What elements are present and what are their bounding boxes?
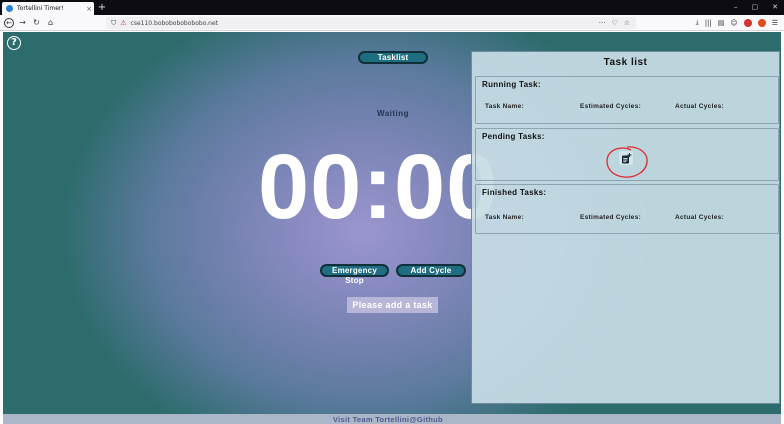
column-task-name: Task Name:	[485, 214, 525, 221]
tab-close-icon[interactable]: ×	[84, 5, 94, 13]
emergency-stop-button[interactable]: Emergency Stop	[320, 264, 389, 285]
url-text[interactable]: cse110.bobobobobobobo.net	[131, 20, 599, 27]
timer-app: ? Tasklist Waiting 00:00 Emergency Stop …	[3, 32, 781, 424]
new-tab-button[interactable]: +	[97, 1, 107, 14]
finished-tasks-section: Finished Tasks: Task Name: Estimated Cyc…	[475, 184, 779, 234]
timer-status: Waiting	[376, 109, 410, 118]
extension-stop-icon[interactable]	[743, 18, 752, 27]
account-icon[interactable]: ☺	[730, 19, 737, 27]
browser-tab-bar: Tortellini Timer! × + – ▢ ✕	[0, 0, 784, 15]
column-estimated-cycles: Estimated Cycles:	[580, 214, 642, 221]
red-circle-annotation	[606, 146, 648, 178]
column-actual-cycles: Actual Cycles:	[675, 214, 724, 221]
pocket-icon[interactable]: ♡	[611, 19, 617, 27]
task-list-title: Task list	[603, 57, 648, 68]
favicon-icon	[6, 5, 13, 12]
finished-tasks-title: Finished Tasks:	[482, 188, 547, 197]
window-close-icon[interactable]: ✕	[772, 0, 778, 15]
column-estimated-cycles: Estimated Cycles:	[580, 103, 642, 110]
task-list-panel: Task list Running Task: Task Name: Estim…	[471, 51, 780, 404]
url-actions: ··· ♡ ☆	[599, 19, 636, 27]
pending-tasks-section: Pending Tasks:	[475, 128, 779, 181]
column-actual-cycles: Actual Cycles:	[675, 103, 724, 110]
browser-nav-bar: ← → ↻ ⌂ ⛉ ⚠ cse110.bobobobobobobo.net ··…	[0, 15, 784, 31]
library-icon[interactable]: |||	[705, 19, 712, 27]
running-task-title: Running Task:	[482, 80, 541, 89]
tab-title: Tortellini Timer!	[17, 5, 64, 12]
timer-display: 00:00	[258, 136, 499, 238]
extension-icon[interactable]	[757, 18, 766, 27]
minimize-icon[interactable]: –	[734, 0, 738, 15]
add-cycle-button[interactable]: Add Cycle	[396, 264, 466, 277]
bookmark-star-icon[interactable]: ☆	[624, 19, 630, 27]
forward-icon[interactable]: →	[17, 18, 28, 27]
tasklist-button[interactable]: Tasklist	[358, 51, 428, 64]
running-task-section: Running Task: Task Name: Estimated Cycle…	[475, 76, 779, 124]
url-bar[interactable]: ⛉ ⚠ cse110.bobobobobobobo.net ··· ♡ ☆	[106, 17, 636, 29]
github-link[interactable]: Visit Team Tortellini@Github	[333, 415, 443, 424]
page-actions-icon[interactable]: ···	[599, 19, 606, 27]
help-icon[interactable]: ?	[7, 36, 21, 50]
back-icon[interactable]: ←	[4, 17, 14, 28]
column-task-name: Task Name:	[485, 103, 525, 110]
insecure-lock-icon[interactable]: ⚠	[120, 19, 126, 27]
footer: Visit Team Tortellini@Github	[3, 414, 781, 424]
downloads-icon[interactable]: ⤓	[696, 18, 699, 27]
window-controls: – ▢ ✕	[734, 0, 778, 15]
reload-icon[interactable]: ↻	[31, 18, 42, 27]
shield-icon[interactable]: ⛉	[111, 19, 116, 28]
reader-view-icon[interactable]: ▤	[718, 19, 725, 27]
browser-tab[interactable]: Tortellini Timer! ×	[2, 2, 94, 15]
pending-tasks-title: Pending Tasks:	[482, 132, 545, 141]
browser-toolbar: ⤓ ||| ▤ ☺ ☰	[696, 18, 778, 27]
add-task-notice: Please add a task	[347, 297, 438, 313]
menu-icon[interactable]: ☰	[772, 19, 778, 27]
home-icon[interactable]: ⌂	[45, 18, 56, 27]
maximize-icon[interactable]: ▢	[752, 0, 759, 15]
